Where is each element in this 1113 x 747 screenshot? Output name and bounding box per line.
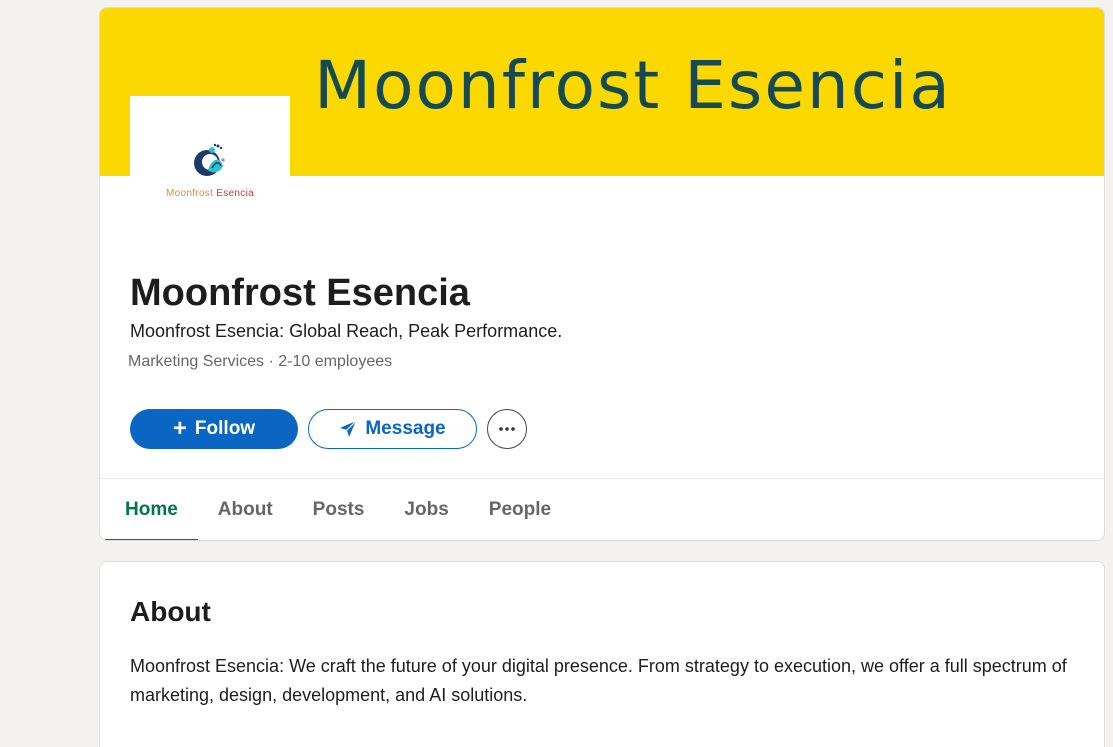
company-tagline: Moonfrost Esencia: Global Reach, Peak Pe… [130, 321, 563, 341]
company-logo[interactable]: Moonfrost Esencia [130, 96, 290, 216]
more-icon [499, 427, 515, 431]
company-meta: Marketing Services · 2-10 employees [128, 351, 392, 373]
company-page: Moonfrost Esencia Moonfrost Esencia Moon… [0, 0, 1113, 747]
more-options-button[interactable] [487, 409, 527, 449]
about-card: About Moonfrost Esencia: We craft the fu… [99, 561, 1105, 747]
logo-caption: Moonfrost Esencia [130, 188, 290, 199]
follow-button[interactable]: + Follow [130, 409, 298, 449]
send-icon [340, 420, 357, 437]
tab-jobs[interactable]: Jobs [384, 479, 468, 540]
logo-caption-word1: Moonfrost [166, 188, 214, 199]
page-tabs: Home About Posts Jobs People [105, 479, 571, 540]
about-description: Moonfrost Esencia: We craft the future o… [130, 656, 1067, 705]
tab-home[interactable]: Home [105, 479, 198, 540]
employee-count-link[interactable]: 2-10 employees [278, 353, 392, 370]
logo-caption-word2: Esencia [216, 188, 254, 199]
plus-icon: + [172, 415, 187, 442]
company-name: Moonfrost Esencia [130, 272, 470, 314]
about-heading: About [130, 596, 211, 627]
follow-label: Follow [194, 418, 256, 439]
industry-link[interactable]: Marketing Services [128, 353, 264, 370]
message-button[interactable]: Message [308, 409, 477, 449]
tab-about[interactable]: About [198, 479, 293, 540]
message-label: Message [365, 418, 446, 439]
tab-people[interactable]: People [469, 479, 571, 540]
peacock-logo-icon [194, 143, 225, 176]
meta-separator: · [268, 353, 274, 370]
tab-posts[interactable]: Posts [293, 479, 385, 540]
company-profile-card: Moonfrost Esencia Moonfrost Esencia Moon… [99, 7, 1105, 541]
